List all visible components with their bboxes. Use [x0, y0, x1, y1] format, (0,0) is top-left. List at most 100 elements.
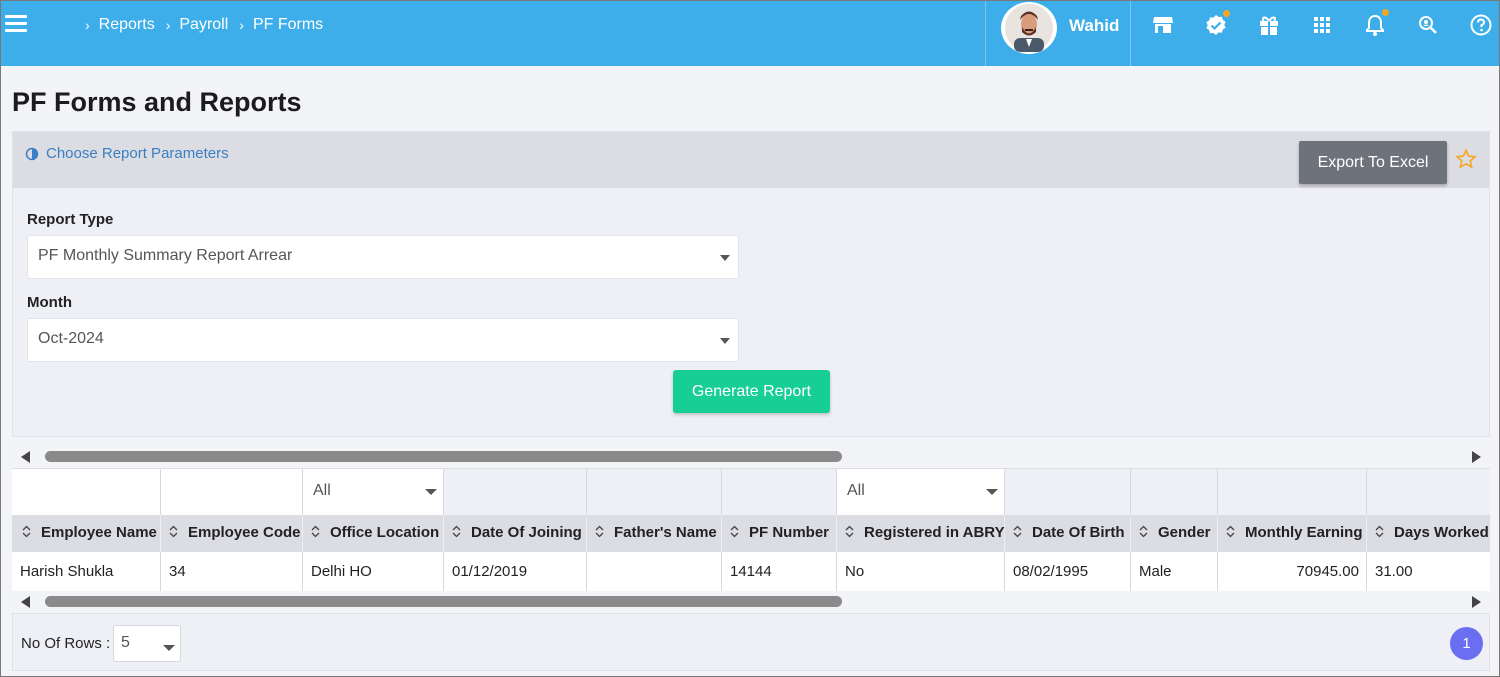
- cell-monthly-earning: 70945.00: [1218, 552, 1367, 591]
- scrollbar-thumb[interactable]: [45, 596, 842, 607]
- column-header-employee-name[interactable]: Employee Name: [12, 515, 161, 552]
- generate-report-button[interactable]: Generate Report: [673, 370, 830, 413]
- report-type-label: Report Type: [27, 211, 114, 228]
- export-to-excel-button[interactable]: Export To Excel: [1299, 141, 1447, 184]
- bell-icon[interactable]: [1363, 9, 1389, 37]
- filter-cell: [722, 469, 837, 515]
- cell-date-of-joining: 01/12/2019: [444, 552, 587, 591]
- scrollbar-thumb[interactable]: [45, 451, 842, 462]
- chevron-down-icon: [425, 489, 437, 495]
- scroll-left-icon[interactable]: [21, 451, 30, 463]
- report-type-value: PF Monthly Summary Report Arrear: [38, 247, 293, 264]
- app-frame: › Reports › Payroll › PF Forms Wahid PF …: [0, 0, 1500, 677]
- scroll-left-icon[interactable]: [21, 596, 30, 608]
- sort-icon: [311, 525, 321, 542]
- column-header-office-location[interactable]: Office Location: [303, 515, 444, 552]
- sort-icon: [22, 525, 32, 542]
- choose-parameters-label: Choose Report Parameters: [46, 145, 229, 162]
- column-header-monthly-earning[interactable]: Monthly Earning: [1218, 515, 1367, 552]
- cell-office-location: Delhi HO: [303, 552, 444, 591]
- page-title: PF Forms and Reports: [12, 87, 302, 117]
- cell-days-worked: 31.00: [1367, 552, 1490, 591]
- chevron-down-icon: [720, 255, 730, 261]
- grid-top-scrollbar[interactable]: [12, 447, 1490, 467]
- cell-employee-code: 34: [161, 552, 303, 591]
- column-header-date-of-birth[interactable]: Date Of Birth: [1005, 515, 1131, 552]
- filter-cell: [161, 469, 303, 515]
- sort-icon: [730, 525, 740, 542]
- column-header-employee-code[interactable]: Employee Code: [161, 515, 303, 552]
- apps-grid-icon[interactable]: [1310, 13, 1334, 37]
- registered-in-abry-filter-value: All: [847, 482, 865, 499]
- search-user-icon[interactable]: [1416, 13, 1440, 37]
- top-icons: [1151, 9, 1499, 37]
- breadcrumb-reports[interactable]: Reports: [99, 16, 155, 34]
- office-location-filter[interactable]: All: [303, 469, 444, 515]
- user-menu[interactable]: Wahid: [985, 1, 1131, 66]
- filter-cell: [444, 469, 587, 515]
- page-number-button[interactable]: 1: [1450, 627, 1483, 660]
- cell-date-of-birth: 08/02/1995: [1005, 552, 1131, 591]
- avatar[interactable]: [1001, 2, 1057, 54]
- grid-footer: No Of Rows : 5 1: [12, 613, 1490, 671]
- scroll-right-icon[interactable]: [1472, 451, 1481, 463]
- cell-gender: Male: [1131, 552, 1218, 591]
- filter-cell: [1005, 469, 1131, 515]
- column-header-days-worked[interactable]: Days Worked: [1367, 515, 1490, 552]
- month-select[interactable]: Oct-2024: [27, 318, 739, 362]
- favorite-star-icon[interactable]: [1455, 148, 1477, 170]
- sort-icon: [1013, 525, 1023, 542]
- table-row[interactable]: Harish Shukla 34 Delhi HO 01/12/2019 141…: [12, 552, 1490, 591]
- column-header-fathers-name[interactable]: Father's Name: [587, 515, 722, 552]
- menu-icon[interactable]: [5, 15, 27, 35]
- office-location-filter-value: All: [313, 482, 331, 499]
- user-name[interactable]: Wahid: [1069, 16, 1119, 36]
- rows-per-page-select[interactable]: 5: [113, 625, 181, 662]
- gift-icon[interactable]: [1257, 13, 1281, 37]
- cell-employee-name: Harish Shukla: [12, 552, 161, 591]
- chevron-down-icon: [720, 338, 730, 344]
- chevron-down-icon: [986, 489, 998, 495]
- help-icon[interactable]: [1469, 13, 1493, 37]
- header-row: Employee Name Employee Code Office Locat…: [12, 515, 1490, 552]
- breadcrumb-pf-forms[interactable]: PF Forms: [253, 16, 323, 34]
- breadcrumb: › Reports › Payroll › PF Forms: [85, 16, 324, 34]
- registered-in-abry-filter[interactable]: All: [837, 469, 1005, 515]
- rows-per-page-label: No Of Rows :: [21, 635, 111, 652]
- cell-registered-in-abry: No: [837, 552, 1005, 591]
- half-circle-icon: [25, 147, 39, 160]
- sort-icon: [169, 525, 179, 542]
- scroll-right-icon[interactable]: [1472, 596, 1481, 608]
- store-icon[interactable]: [1151, 13, 1175, 37]
- sort-icon: [452, 525, 462, 542]
- report-parameters-panel: Choose Report Parameters Export To Excel…: [12, 131, 1490, 437]
- column-header-gender[interactable]: Gender: [1131, 515, 1218, 552]
- column-header-date-of-joining[interactable]: Date Of Joining: [444, 515, 587, 552]
- sort-icon: [1139, 525, 1149, 542]
- cell-fathers-name: [587, 552, 722, 591]
- column-header-registered-in-abry[interactable]: Registered in ABRY: [837, 515, 1005, 552]
- grid-bottom-scrollbar[interactable]: [12, 592, 1490, 612]
- parameters-header: Choose Report Parameters Export To Excel: [13, 132, 1489, 188]
- month-value: Oct-2024: [38, 330, 104, 347]
- top-bar: › Reports › Payroll › PF Forms Wahid: [1, 1, 1499, 66]
- report-grid: All All Employee Name Employee Code Offi…: [12, 468, 1490, 591]
- breadcrumb-payroll[interactable]: Payroll: [179, 16, 228, 34]
- sort-icon: [595, 525, 605, 542]
- sort-icon: [1226, 525, 1236, 542]
- filter-cell: [1131, 469, 1218, 515]
- notification-dot: [1223, 10, 1230, 17]
- notification-dot: [1382, 9, 1389, 16]
- cell-pf-number: 14144: [722, 552, 837, 591]
- filter-cell: [1367, 469, 1490, 515]
- rows-per-page-value: 5: [121, 634, 130, 651]
- month-label: Month: [27, 294, 72, 311]
- filter-cell: [587, 469, 722, 515]
- choose-parameters-link[interactable]: Choose Report Parameters: [25, 145, 229, 162]
- report-type-select[interactable]: PF Monthly Summary Report Arrear: [27, 235, 739, 279]
- filter-cell: [12, 469, 161, 515]
- sort-icon: [1375, 525, 1385, 542]
- filter-cell: [1218, 469, 1367, 515]
- verified-badge-icon[interactable]: [1204, 10, 1230, 37]
- column-header-pf-number[interactable]: PF Number: [722, 515, 837, 552]
